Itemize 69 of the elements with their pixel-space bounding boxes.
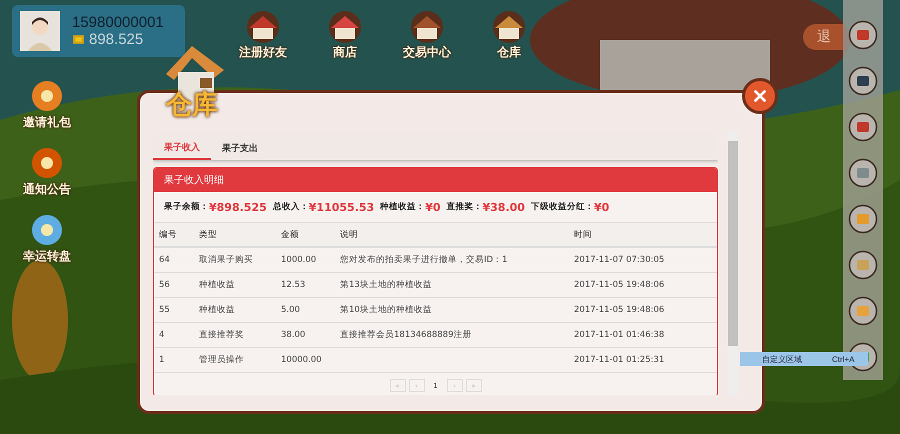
column-header: 类型 (198, 223, 280, 247)
phone-number: 15980000001 (72, 14, 164, 31)
nav-button[interactable]: 交易中心 (396, 10, 458, 61)
table-cell: 第13块土地的种植收益 (340, 280, 432, 290)
table-cell: 1000.00 (281, 255, 316, 265)
dialog-title: 仓库 (166, 89, 218, 122)
side-menu-button[interactable]: 通知公告 (14, 145, 80, 198)
coin-balance: 898.525 (89, 31, 144, 48)
table-cell: 55 (159, 305, 170, 315)
stat-label: 直推奖： (446, 201, 482, 213)
table-cell: 2017-11-01 01:46:38 (574, 330, 664, 340)
menu-icon (29, 78, 65, 114)
table-cell: 2017-11-01 01:25:31 (574, 355, 664, 365)
column-header: 时间 (573, 223, 717, 247)
scrollbar[interactable] (728, 131, 738, 395)
table-cell: 种植收益 (199, 305, 235, 315)
nav-button[interactable]: 注册好友 (232, 10, 294, 61)
stat-amount: ¥898.525 (209, 200, 267, 214)
shortcut-key: Ctrl+A (832, 354, 854, 364)
table-cell: 您对发布的拍卖果子进行撤单，交易ID：1 (340, 255, 508, 265)
table-cell: 12.53 (281, 280, 306, 290)
stat-amount: ¥0 (425, 200, 440, 214)
nav-button[interactable]: 仓库 (478, 10, 540, 61)
tool-icon[interactable] (848, 158, 878, 188)
menu-icon (29, 212, 65, 248)
tool-icon[interactable] (848, 250, 878, 280)
column-header: 编号 (154, 223, 198, 247)
stat-amount: ¥11055.53 (308, 200, 374, 214)
table-cell: 第10块土地的种植收益 (340, 305, 432, 315)
stat-amount: ¥38.00 (482, 200, 525, 214)
tab[interactable]: 果子收入 (153, 136, 211, 160)
menu-icon (29, 145, 65, 181)
table-cell: 10000.00 (281, 355, 322, 365)
column-header: 金额 (280, 223, 339, 247)
table-cell: 4 (159, 330, 164, 340)
side-menu-button[interactable]: 幸运转盘 (14, 212, 80, 265)
tool-icon[interactable] (848, 20, 878, 50)
table-cell: 直接推荐会员18134688889注册 (340, 330, 472, 340)
stat-amount: ¥0 (594, 200, 610, 214)
panel-title: 果子收入明细 (164, 174, 224, 187)
tool-icon[interactable] (848, 112, 878, 142)
table-cell: 取消果子购买 (199, 255, 253, 265)
tab[interactable]: 果子支出 (211, 136, 269, 160)
nav-button[interactable]: 商店 (314, 10, 376, 61)
table-cell: 2017-11-05 19:48:06 (574, 280, 664, 290)
stat-label: 总收入： (272, 201, 309, 213)
side-menu-button[interactable]: 邀请礼包 (14, 78, 80, 131)
avatar-icon (20, 11, 60, 51)
column-header: 说明 (339, 223, 573, 247)
tool-icon[interactable] (848, 296, 878, 326)
tool-icon[interactable] (848, 66, 878, 96)
exit-button[interactable]: 退 (803, 24, 843, 50)
hint-label: 自定义区域 (762, 354, 802, 364)
table-cell: 56 (159, 280, 170, 290)
table-cell: 种植收益 (199, 280, 235, 290)
tool-icon[interactable] (848, 204, 878, 234)
table-cell: 直接推荐奖 (199, 330, 244, 340)
close-icon (751, 87, 769, 105)
table-cell: 64 (159, 255, 170, 265)
table-cell: 1 (159, 355, 164, 365)
table-cell: 2017-11-07 07:30:05 (574, 255, 664, 265)
stat-label: 下级收益分红： (530, 201, 594, 213)
table-cell: 管理员操作 (199, 355, 244, 365)
table-cell: 2017-11-05 19:48:06 (574, 305, 664, 315)
stat-label: 种植收益： (380, 201, 426, 213)
stat-label: 果子余额： (164, 201, 209, 213)
table-cell: 5.00 (281, 305, 300, 315)
ingot-icon (72, 33, 85, 46)
table-cell: 38.00 (281, 330, 306, 340)
